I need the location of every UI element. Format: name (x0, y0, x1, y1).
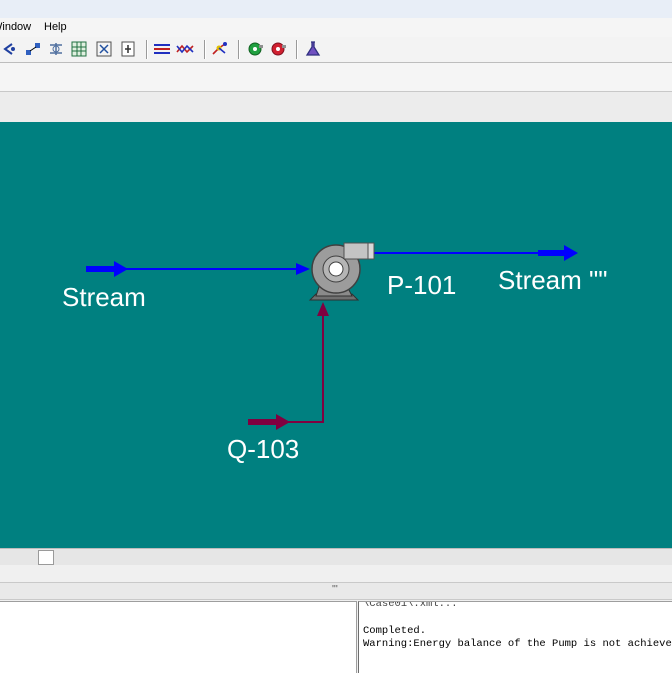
link-icon[interactable] (24, 40, 42, 58)
menu-help[interactable]: Help (44, 21, 67, 33)
inlet-stream-label[interactable]: Stream (62, 284, 146, 310)
palette-area (0, 91, 672, 123)
title-bar (0, 0, 672, 19)
pump-red-icon[interactable] (269, 40, 287, 58)
toolbar-area (0, 63, 672, 91)
message-log: \Case01\.xml... Completed. Warning:Energ… (358, 601, 672, 673)
toolbar-separator (146, 40, 148, 59)
energy-stream-arrow-head (276, 414, 290, 430)
energy-stream-label[interactable]: Q-103 (227, 436, 299, 462)
properties-panel (0, 601, 357, 673)
scrollbar-thumb[interactable] (38, 550, 54, 565)
splitter-tool-icon[interactable] (211, 40, 229, 58)
outlet-stream-label[interactable]: Stream "" (498, 267, 607, 293)
status-gap (0, 565, 672, 582)
toolbar-separator (204, 40, 206, 59)
log-line: Completed. (363, 625, 427, 637)
matrix-icon[interactable] (95, 40, 113, 58)
pump-inlet-arrow-head (296, 263, 310, 275)
pump-label[interactable]: P-101 (387, 272, 456, 298)
pump-green-icon[interactable] (246, 40, 264, 58)
flowsheet-canvas[interactable]: Stream P-101 Stream "" Q-103 (0, 122, 672, 548)
energy-line-icon[interactable] (176, 40, 194, 58)
log-line: Warning:Energy balance of the Pump is no… (363, 638, 672, 650)
menu-window[interactable]: Window (0, 21, 31, 33)
log-line: \Case01\.xml... (363, 601, 458, 610)
energy-stream-line (288, 314, 324, 423)
connect-arrows-icon[interactable] (0, 40, 18, 58)
menu-bar: Window Help (0, 18, 672, 38)
flask-icon[interactable] (304, 40, 322, 58)
outlet-stream-arrow-head (564, 245, 578, 261)
spreadsheet-icon[interactable] (119, 40, 137, 58)
toolbar-separator (296, 40, 298, 59)
mixer-icon[interactable] (47, 40, 65, 58)
splitter-grip-icon[interactable]: ''' (332, 584, 338, 595)
toolbar (0, 37, 672, 63)
panel-splitter[interactable]: ''' (0, 582, 672, 600)
horizontal-scrollbar[interactable] (0, 548, 672, 565)
stream-lines-icon[interactable] (153, 40, 171, 58)
grid-icon[interactable] (70, 40, 88, 58)
toolbar-separator (238, 40, 240, 59)
energy-to-pump-arrow-head (317, 302, 329, 316)
inlet-stream-arrow-head (114, 261, 128, 277)
pump-icon (308, 242, 375, 301)
